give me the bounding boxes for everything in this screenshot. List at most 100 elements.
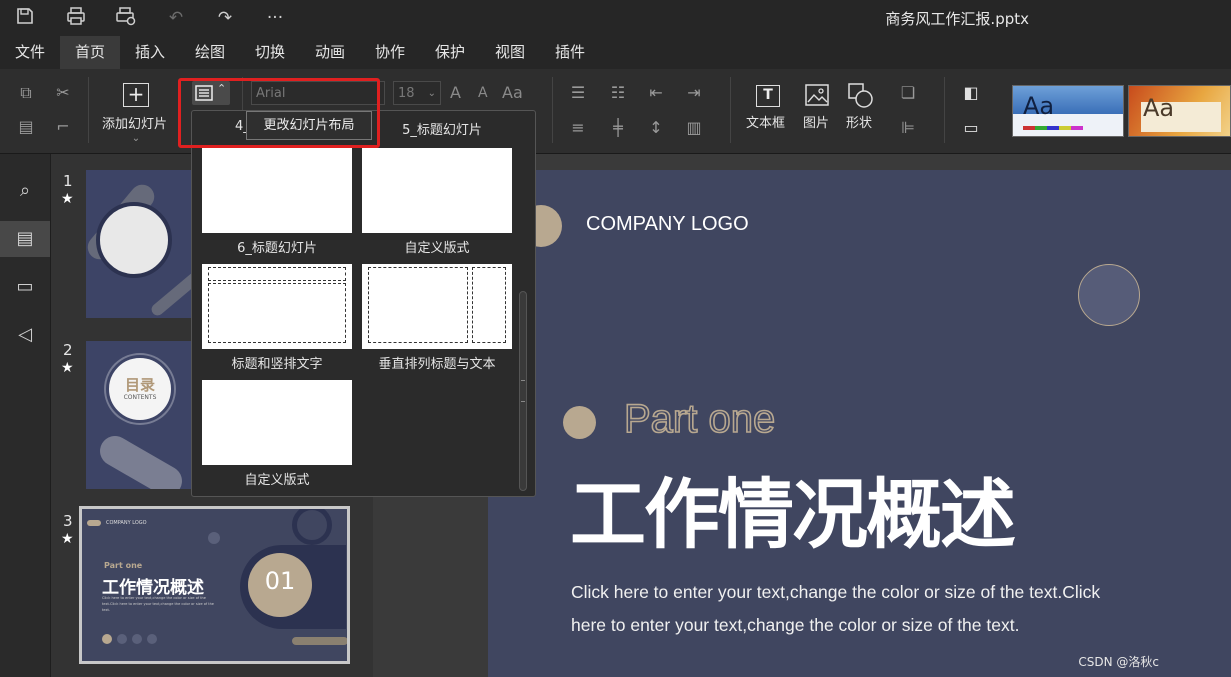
font-size-select[interactable]: 18 ⌄ [393, 81, 441, 105]
slide-body-line-1[interactable]: Click here to enter your text,change the… [571, 582, 1100, 603]
menu-collaborate[interactable]: 协作 [360, 36, 420, 69]
ribbon-separator [552, 77, 553, 143]
decor-bar [149, 270, 196, 318]
print-preview-icon[interactable] [114, 6, 138, 30]
logo-dot [87, 520, 101, 526]
layout-option[interactable] [202, 380, 352, 465]
menu-transitions[interactable]: 切换 [240, 36, 300, 69]
text-box-label[interactable]: 文本框 [746, 112, 785, 131]
shrink-font-button[interactable]: A [478, 85, 488, 101]
star-icon: ★ [61, 531, 74, 547]
paste-icon[interactable]: ▤ [15, 117, 37, 137]
thumb-body: Click here to enter your text,change the… [102, 596, 214, 612]
menu-draw[interactable]: 绘图 [180, 36, 240, 69]
slide-thumbnail-1[interactable] [86, 170, 196, 318]
decor-ring [292, 509, 332, 545]
layout-label: 6_标题幻灯片 [237, 241, 317, 256]
layout-option[interactable] [202, 148, 352, 233]
vertical-align-icon[interactable]: ╪ [607, 118, 629, 138]
layout-option[interactable] [362, 264, 512, 349]
slide-title[interactable]: 工作情况概述 [570, 470, 1016, 560]
contents-subtitle: CONTENTS [123, 394, 157, 401]
decor-dot [117, 634, 127, 644]
highlight-box [178, 78, 380, 148]
text-box-icon[interactable]: T [756, 85, 780, 107]
line-spacing-icon[interactable]: ↕ [645, 118, 667, 138]
chevron-down-icon: ⌄ [427, 88, 436, 99]
align-center-icon[interactable]: ≡ [567, 118, 589, 138]
layout-dropdown: 4_ 5_标题幻灯片 6_标题幻灯片 自定义版式 标题和竖排文字 垂直排列标题与… [191, 110, 536, 497]
arrange-icon[interactable]: ❏ [897, 83, 919, 103]
redo-icon[interactable]: ↷ [213, 6, 237, 30]
placeholder-body [368, 267, 468, 343]
copy-icon[interactable]: ⧉ [15, 83, 37, 103]
layout-label: 垂直排列标题与文本 [378, 357, 496, 372]
star-icon: ★ [61, 191, 74, 207]
part-bullet [563, 406, 596, 439]
font-size-value: 18 [398, 86, 415, 101]
theme-sample-text: Aa [1023, 92, 1055, 120]
more-icon[interactable]: ··· [263, 6, 287, 30]
part-heading[interactable]: Part one [623, 396, 776, 442]
thumb-logo: COMPANY LOGO [106, 520, 147, 526]
increase-indent-icon[interactable]: ⇥ [683, 83, 705, 103]
badge-number: 01 [264, 567, 296, 595]
left-rail: ⌕ ▤ ▭ ◁ [0, 154, 50, 677]
slide-number: 1 [63, 172, 73, 190]
picture-label[interactable]: 图片 [803, 112, 829, 131]
slide-body-line-2[interactable]: here to enter your text,change the color… [571, 615, 1019, 636]
menu-protect[interactable]: 保护 [420, 36, 480, 69]
menu-home[interactable]: 首页 [60, 36, 120, 69]
shape-label[interactable]: 形状 [846, 112, 872, 131]
format-painter-icon[interactable]: ⌐ [52, 117, 74, 137]
slide-thumbnail-3[interactable]: COMPANY LOGO 01 Part one 工作情况概述 Click he… [79, 506, 350, 664]
undo-icon[interactable]: ↶ [164, 6, 188, 30]
decor-bar [292, 637, 347, 645]
speaker-icon[interactable]: ◁ [0, 317, 50, 353]
slides-view-icon[interactable]: ▤ [0, 221, 50, 257]
columns-icon[interactable]: ▥ [683, 118, 705, 138]
dropdown-scrollbar[interactable] [519, 291, 527, 491]
change-case-button[interactable]: Aa [502, 83, 523, 102]
align-objects-icon[interactable]: ⊫ [897, 118, 919, 138]
menu-file[interactable]: 文件 [0, 36, 60, 69]
print-icon[interactable] [64, 6, 88, 30]
add-slide-icon[interactable]: + [123, 83, 149, 107]
search-icon[interactable]: ⌕ [0, 173, 50, 209]
layout-option[interactable] [362, 148, 512, 233]
shape-icon[interactable] [848, 83, 874, 109]
fill-icon[interactable]: ◧ [960, 83, 982, 103]
theme-swatches [1023, 126, 1083, 130]
grow-font-button[interactable]: A [450, 83, 461, 102]
layout-option[interactable] [202, 264, 352, 349]
save-icon[interactable] [13, 6, 37, 30]
decor-circle [1078, 264, 1140, 326]
theme-thumbnail-blue[interactable]: Aa [1012, 85, 1124, 137]
document-title: 商务风工作汇报.pptx [885, 10, 1029, 28]
slide-thumbnail-2[interactable]: 目录 CONTENTS [86, 341, 196, 489]
decor-dot [132, 634, 142, 644]
chevron-down-icon[interactable]: ⌄ [125, 129, 147, 149]
star-icon: ★ [61, 360, 74, 376]
scrollbar-grip[interactable] [521, 380, 525, 402]
bullet-list-icon[interactable]: ☰ [567, 83, 589, 103]
contents-circle: 目录 CONTENTS [106, 355, 174, 423]
placeholder-title [208, 267, 346, 281]
menu-view[interactable]: 视图 [480, 36, 540, 69]
slide-canvas[interactable]: COMPANY LOGO Part one 工作情况概述 Click here … [488, 170, 1231, 677]
menu-animations[interactable]: 动画 [300, 36, 360, 69]
menu-insert[interactable]: 插入 [120, 36, 180, 69]
theme-thumbnail-orange[interactable]: Aa [1128, 85, 1231, 137]
cut-icon[interactable]: ✂ [52, 83, 74, 103]
comment-icon[interactable]: ▭ [0, 269, 50, 305]
ribbon-separator [88, 77, 89, 143]
company-logo-text[interactable]: COMPANY LOGO [586, 213, 749, 236]
contents-title: 目录 [124, 376, 155, 394]
decrease-indent-icon[interactable]: ⇤ [645, 83, 667, 103]
picture-icon[interactable] [805, 84, 829, 106]
theme-sample-text: Aa [1143, 94, 1175, 122]
decor-dot [147, 634, 157, 644]
numbered-list-icon[interactable]: ☷ [607, 83, 629, 103]
outline-icon[interactable]: ▭ [960, 118, 982, 138]
menu-plugins[interactable]: 插件 [540, 36, 600, 69]
